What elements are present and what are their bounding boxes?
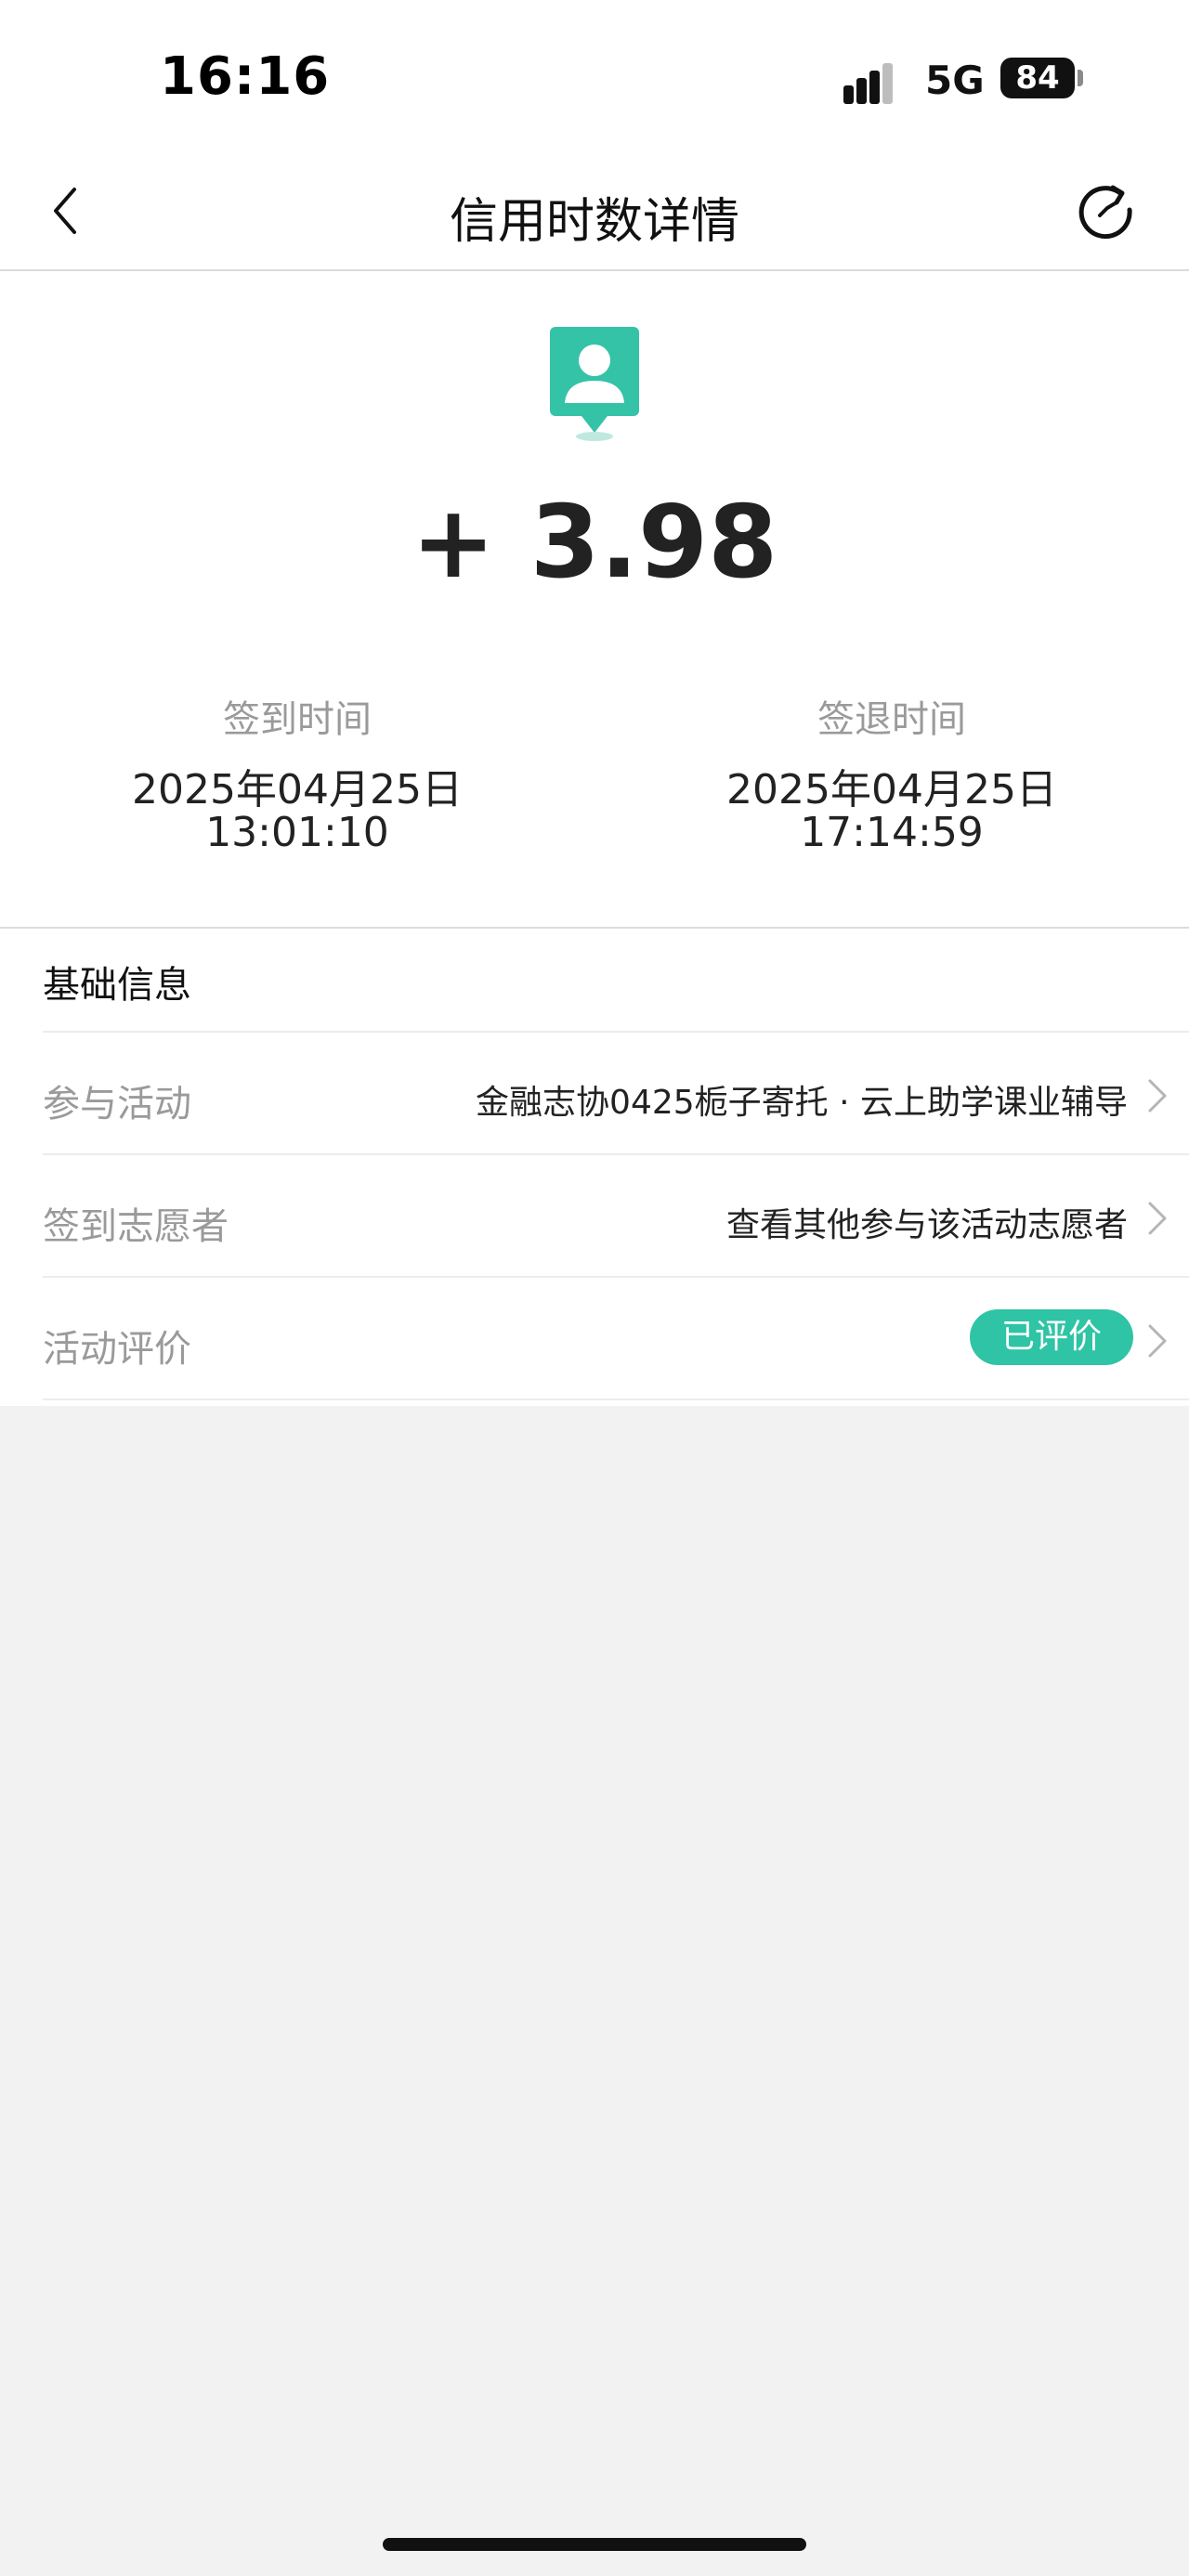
- checkin-time: 13:01:10: [205, 809, 389, 856]
- signal-icon: [843, 58, 908, 104]
- checkin-block: 签到时间 2025年04月25日 13:01:10: [0, 689, 594, 854]
- row-label: 参与活动: [43, 1083, 191, 1125]
- chevron-right-icon: [1148, 1079, 1167, 1112]
- summary-card: + 3.98 签到时间 2025年04月25日 13:01:10 签退时间 20…: [0, 271, 1189, 929]
- evaluation-row[interactable]: 活动评价 已评价: [43, 1276, 1189, 1400]
- row-label: 签到志愿者: [43, 1205, 229, 1248]
- volunteers-row[interactable]: 签到志愿者 查看其他参与该活动志愿者: [43, 1153, 1189, 1276]
- volunteer-badge-icon: [546, 323, 643, 444]
- battery-cap: [1078, 70, 1083, 86]
- share-button[interactable]: [1074, 175, 1139, 240]
- page-title: 信用时数详情: [449, 194, 739, 250]
- status-time: 16:16: [160, 46, 331, 107]
- evaluated-badge: 已评价: [969, 1309, 1133, 1365]
- checkout-time: 17:14:59: [800, 809, 984, 856]
- view-volunteers-link: 查看其他参与该活动志愿者: [725, 1206, 1128, 1244]
- checkin-label: 签到时间: [223, 698, 372, 741]
- status-bar: 16:16 5G 84: [0, 0, 1189, 158]
- chevron-right-icon: [1148, 1202, 1167, 1235]
- checkout-label: 签退时间: [817, 698, 966, 741]
- share-refresh-icon: [1078, 185, 1132, 240]
- nav-bar: 信用时数详情: [0, 158, 1189, 271]
- checkout-block: 签退时间 2025年04月25日 17:14:59: [594, 689, 1189, 854]
- basic-info-section: 基础信息 参与活动 金融志协0425栀子寄托 · 云上助学课业辅导 签到志愿者 …: [0, 929, 1189, 1406]
- chevron-right-icon: [1148, 1324, 1167, 1358]
- section-title: 基础信息: [43, 964, 191, 1007]
- activity-name: 金融志协0425栀子寄托 · 云上助学课业辅导: [476, 1084, 1128, 1122]
- checkout-date: 2025年04月25日: [726, 766, 1057, 813]
- row-label: 活动评价: [43, 1328, 191, 1371]
- credit-hours-value: + 3.98: [411, 485, 778, 601]
- network-type: 5G: [925, 58, 985, 103]
- battery-icon: 84: [1000, 58, 1075, 98]
- activity-row[interactable]: 参与活动 金融志协0425栀子寄托 · 云上助学课业辅导: [43, 1031, 1189, 1153]
- checkin-date: 2025年04月25日: [132, 766, 463, 813]
- home-indicator[interactable]: [383, 2538, 806, 2551]
